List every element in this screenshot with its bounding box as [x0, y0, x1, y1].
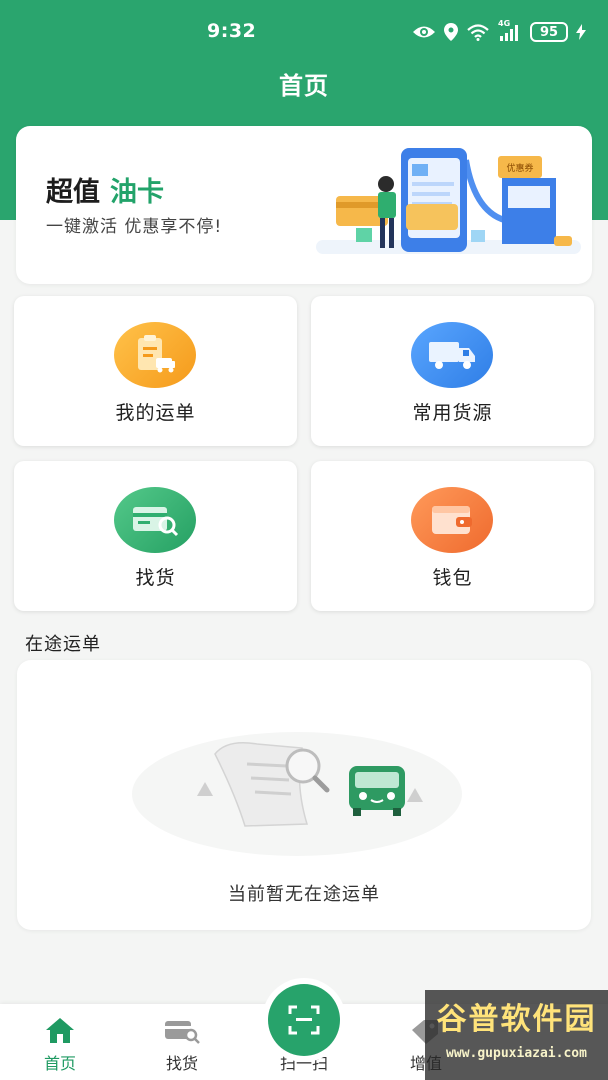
banner-title-accent: 油卡: [110, 177, 164, 208]
coupon-text: 优惠券: [506, 162, 533, 174]
tab-home[interactable]: 首页: [10, 1014, 110, 1076]
tile-my-waybill[interactable]: 我的运单: [14, 296, 297, 446]
tile-label: 我的运单: [115, 402, 196, 424]
in-transit-empty-card: 当前暂无在途运单: [17, 660, 591, 930]
empty-state-text: 当前暂无在途运单: [228, 884, 380, 905]
tab-find-goods[interactable]: 找货: [132, 1014, 232, 1076]
tab-label: 找货: [165, 1054, 198, 1073]
oil-card-banner[interactable]: 超值 油卡 一键激活 优惠享不停! 优惠券: [16, 126, 592, 284]
charging-icon: [576, 24, 586, 40]
status-time: 9:32: [207, 20, 257, 42]
banner-illustration: 优惠券: [316, 148, 581, 254]
clipboard-truck-icon: [114, 322, 196, 388]
signal-icon: 4G: [498, 19, 522, 41]
tile-find-goods[interactable]: 找货: [14, 461, 297, 611]
banner-title: 超值 油卡: [46, 170, 164, 209]
tile-label: 钱包: [432, 567, 473, 589]
tile-wallet[interactable]: 钱包: [311, 461, 594, 611]
battery-icon: 95: [530, 22, 568, 42]
tile-label: 常用货源: [412, 402, 493, 424]
status-bar: 9:32 4G 95: [0, 0, 608, 64]
section-title: 在途运单: [25, 634, 101, 655]
watermark-url: www.gupuxiazai.com: [446, 1046, 587, 1061]
home-icon: [46, 1018, 74, 1043]
status-icons: 4G 95: [412, 19, 586, 44]
tile-frequent-cargo[interactable]: 常用货源: [311, 296, 594, 446]
eye-icon: [412, 24, 436, 40]
card-search-icon: [165, 1021, 200, 1044]
scan-icon: [268, 984, 340, 1056]
card-search-icon: [114, 487, 196, 553]
watermark-title: 谷普软件园: [436, 1002, 597, 1037]
wallet-icon: [411, 487, 493, 553]
banner-subtitle: 一键激活 优惠享不停!: [46, 217, 223, 237]
truck-icon: [411, 322, 493, 388]
tab-label: 首页: [43, 1054, 76, 1073]
wifi-icon: [466, 23, 490, 41]
network-label: 4G: [498, 19, 511, 28]
empty-state-illustration: [132, 732, 462, 856]
page-title: 首页: [279, 72, 329, 100]
banner-title-main: 超值: [46, 177, 100, 208]
location-icon: [444, 23, 458, 41]
watermark: 谷普软件园 www.gupuxiazai.com: [425, 990, 608, 1080]
tile-label: 找货: [135, 567, 176, 589]
scan-button[interactable]: [262, 978, 346, 1062]
